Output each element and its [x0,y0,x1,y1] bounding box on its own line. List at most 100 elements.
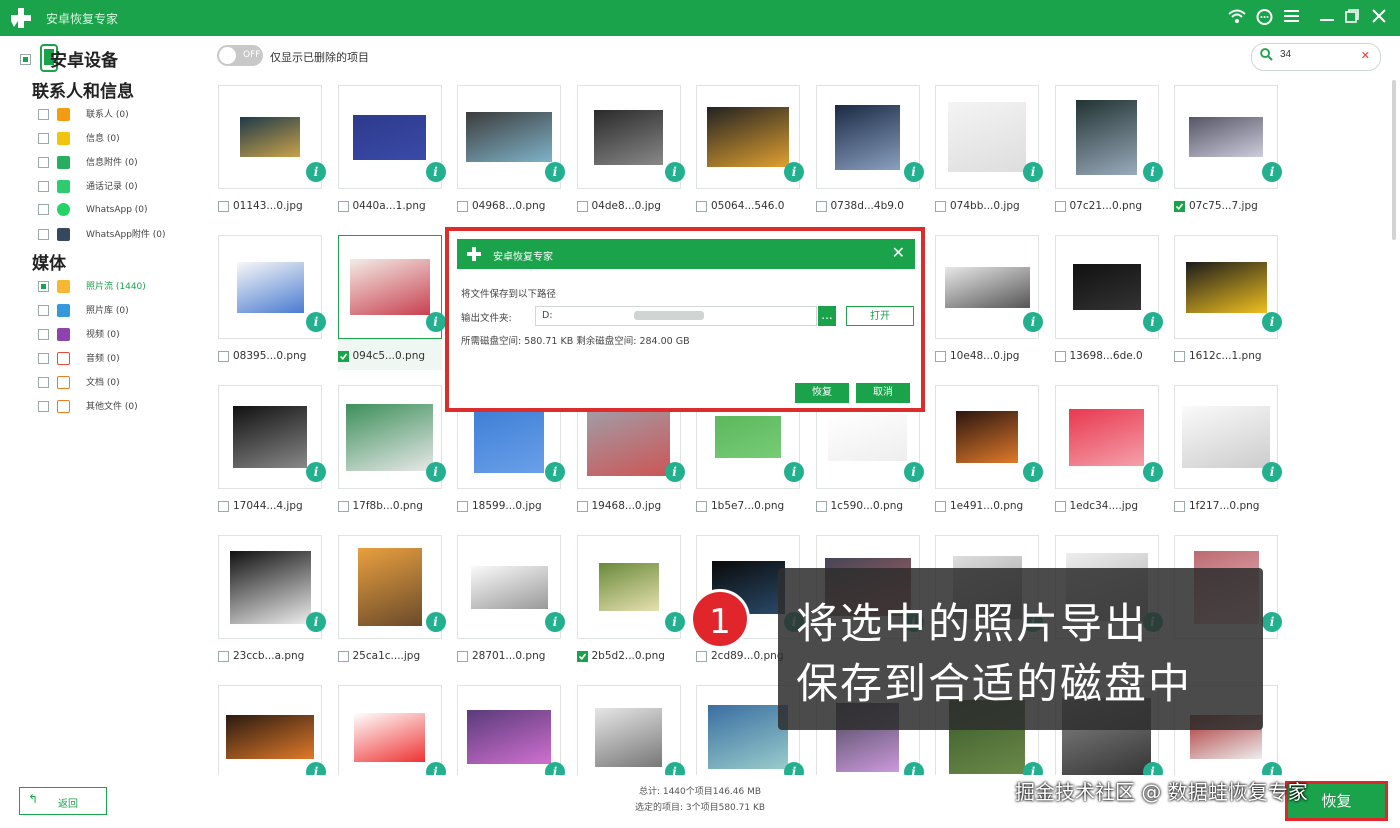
info-icon[interactable]: i [1142,462,1163,482]
restore-icon[interactable] [1345,9,1359,27]
photo-checkbox[interactable] [1174,350,1185,362]
info-icon[interactable]: i [664,612,685,632]
photo-thumbnail[interactable]: i [576,685,685,775]
photo-filename[interactable]: 01143...0.jpg [218,200,303,212]
photo-cell[interactable]: i 1e491...0.png [935,385,1043,520]
photo-thumbnail[interactable]: i [1054,85,1163,189]
photo-thumbnail[interactable]: i [337,385,446,489]
photo-cell[interactable]: i 1612c...1.png [1174,235,1282,370]
photo-thumbnail[interactable]: i [457,685,565,775]
info-icon[interactable]: i [1262,312,1282,332]
photo-thumbnail[interactable]: i [337,535,446,639]
info-icon[interactable]: i [664,762,685,775]
info-icon[interactable]: i [903,762,924,775]
photo-cell[interactable]: i 13698...6de.0 [1054,235,1163,370]
photo-filename[interactable]: 17044...4.jpg [218,500,303,512]
photo-filename[interactable]: 1b5e7...0.png [696,500,784,512]
info-icon[interactable]: i [306,612,326,632]
photo-cell[interactable]: i 094c5...0.png [337,235,446,370]
info-icon[interactable]: i [664,162,685,182]
photo-checkbox[interactable] [1174,500,1185,512]
photo-filename[interactable]: 1edc34....jpg [1054,500,1138,512]
photo-cell[interactable]: i 28701...0.png [457,535,565,670]
photo-filename[interactable]: 25ca1c....jpg [337,650,420,662]
photo-thumbnail[interactable]: i [1174,235,1282,339]
photo-checkbox[interactable] [815,200,827,212]
info-icon[interactable]: i [425,612,446,632]
photo-checkbox[interactable] [1054,350,1066,362]
photo-cell[interactable]: i 07c75...7.jpg [1174,85,1282,220]
photo-thumbnail[interactable]: i [696,85,804,189]
info-icon[interactable]: i [1262,462,1282,482]
deleted-only-toggle[interactable]: OFF [217,45,263,66]
photo-filename[interactable]: 2cd89...0.png [696,650,784,662]
photo-filename[interactable]: 074bb...0.jpg [935,200,1020,212]
minimize-icon[interactable] [1320,9,1334,27]
sidebar-item-photo-stream[interactable]: 照片流 (1440) [38,279,146,297]
photo-cell[interactable]: i 17044...4.jpg [218,385,326,520]
photo-cell[interactable]: i [576,685,685,775]
info-icon[interactable]: i [784,462,804,482]
photo-checkbox[interactable] [696,650,707,662]
photo-cell[interactable]: i 17f8b...0.png [337,385,446,520]
photo-checkbox[interactable] [218,650,229,662]
photo-cell[interactable]: i 1edc34....jpg [1054,385,1163,520]
photo-thumbnail[interactable]: i [935,385,1043,489]
photo-checkbox[interactable] [576,500,588,512]
sidebar-item-documents[interactable]: 文档 (0) [38,375,120,393]
info-icon[interactable]: i [545,462,565,482]
info-icon[interactable]: i [1142,762,1163,775]
photo-thumbnail[interactable]: i [457,535,565,639]
photo-cell[interactable]: i 25ca1c....jpg [337,535,446,670]
info-icon[interactable]: i [425,312,446,332]
photo-filename[interactable]: 10e48...0.jpg [935,350,1019,362]
sidebar-item-message-attachments[interactable]: 信息附件 (0) [38,155,138,173]
info-icon[interactable]: i [545,612,565,632]
photo-thumbnail[interactable]: i [218,385,326,489]
photo-filename[interactable]: 094c5...0.png [337,350,425,362]
photo-thumbnail[interactable]: i [1174,85,1282,189]
photo-filename[interactable]: 1f217...0.png [1174,500,1259,512]
menu-icon[interactable] [1284,9,1299,27]
photo-checkbox[interactable] [696,500,707,512]
photo-filename[interactable]: 0440a...1.png [337,200,426,212]
photo-checkbox[interactable] [935,500,946,512]
photo-checkbox[interactable] [457,650,468,662]
clear-search-icon[interactable]: ✕ [1361,49,1370,62]
photo-checkbox[interactable] [457,500,468,512]
info-icon[interactable]: i [306,462,326,482]
sidebar-item-video[interactable]: 视频 (0) [38,327,120,345]
close-icon[interactable] [1372,9,1386,27]
info-icon[interactable]: i [1023,162,1043,182]
info-icon[interactable]: i [664,462,685,482]
open-folder-button[interactable]: 打开 [846,306,914,326]
photo-filename[interactable]: 28701...0.png [457,650,545,662]
photo-filename[interactable]: 08395...0.png [218,350,306,362]
photo-filename[interactable]: 13698...6de.0 [1054,350,1143,362]
info-icon[interactable]: i [1023,762,1043,775]
photo-filename[interactable]: 04de8...0.jpg [576,200,661,212]
info-icon[interactable]: i [784,762,804,775]
sidebar-item-messages[interactable]: 信息 (0) [38,131,120,149]
sidebar-item-contacts[interactable]: 联系人 (0) [38,107,129,125]
photo-checkbox[interactable] [696,200,707,212]
photo-thumbnail[interactable]: i [218,535,326,639]
photo-checkbox[interactable] [815,500,827,512]
photo-filename[interactable]: 2b5d2...0.png [576,650,665,662]
photo-filename[interactable]: 1612c...1.png [1174,350,1262,362]
photo-checkbox[interactable] [1054,500,1066,512]
info-icon[interactable]: i [545,762,565,775]
photo-cell[interactable]: i 1f217...0.png [1174,385,1282,520]
photo-filename[interactable]: 05064...546.0 [696,200,784,212]
photo-thumbnail[interactable]: i [815,85,924,189]
photo-checkbox[interactable] [576,650,588,662]
browse-button[interactable]: ... [818,306,836,326]
photo-thumbnail[interactable]: i [218,235,326,339]
photo-checkbox[interactable] [1174,200,1185,212]
photo-checkbox[interactable] [337,650,349,662]
dialog-recover-button[interactable]: 恢复 [795,383,849,403]
photo-checkbox[interactable] [218,350,229,362]
info-icon[interactable]: i [1023,462,1043,482]
info-icon[interactable]: i [545,162,565,182]
info-icon[interactable]: i [425,462,446,482]
